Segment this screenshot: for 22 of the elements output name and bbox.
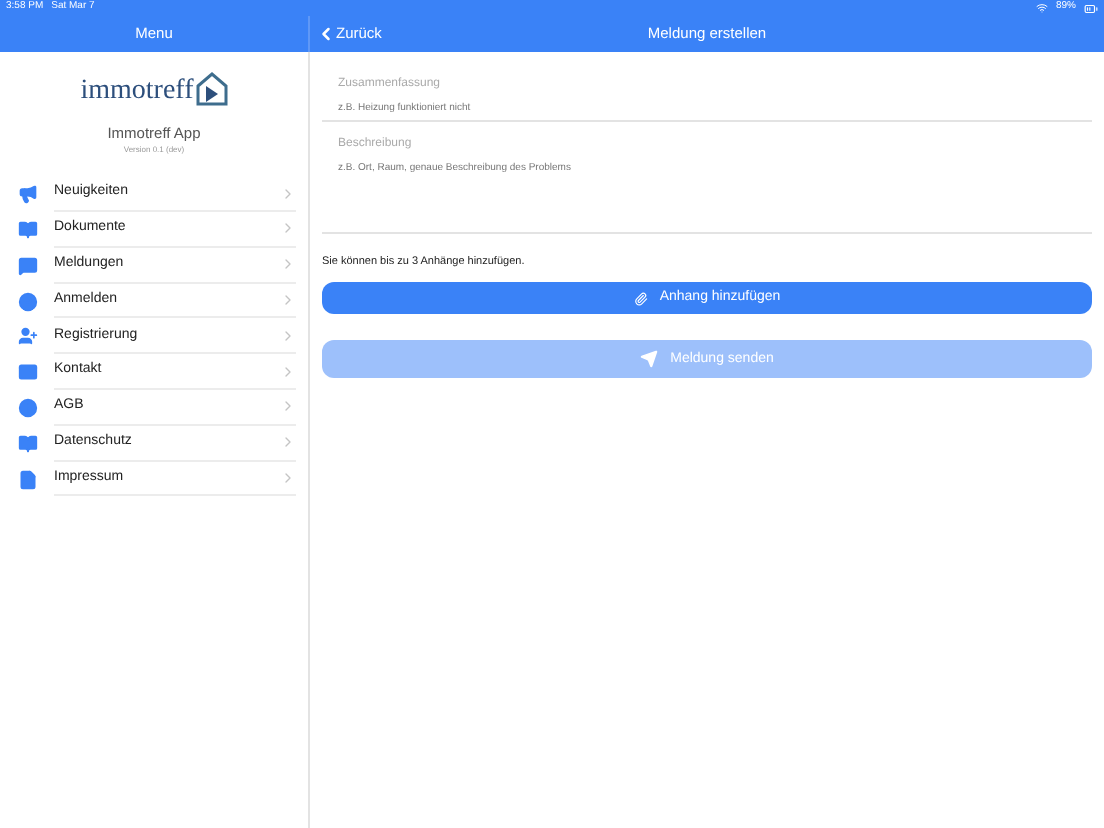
chevron-icon [280, 256, 296, 273]
chevron-icon [280, 220, 296, 237]
logo-wordmark: immotreff [80, 78, 194, 106]
book-icon [18, 433, 38, 454]
battery-icon [1084, 1, 1098, 15]
chevron-icon [280, 398, 296, 415]
chevron-icon [280, 470, 296, 487]
chevron-icon [280, 185, 296, 202]
megaphone-icon [18, 184, 38, 205]
book-icon [18, 219, 38, 240]
document-icon [18, 469, 38, 490]
house-logo-icon [195, 72, 228, 106]
send-icon [640, 350, 659, 369]
wifi-icon [1035, 2, 1048, 14]
chevron-icon [280, 434, 296, 451]
chevron-icon [280, 292, 296, 309]
speech-bubble-icon [18, 255, 38, 276]
add-user-icon [18, 326, 38, 347]
paperclip-icon [633, 291, 648, 306]
chevron-icon [280, 327, 296, 344]
chevron-icon [280, 363, 296, 380]
back-chevron-icon [316, 24, 336, 44]
